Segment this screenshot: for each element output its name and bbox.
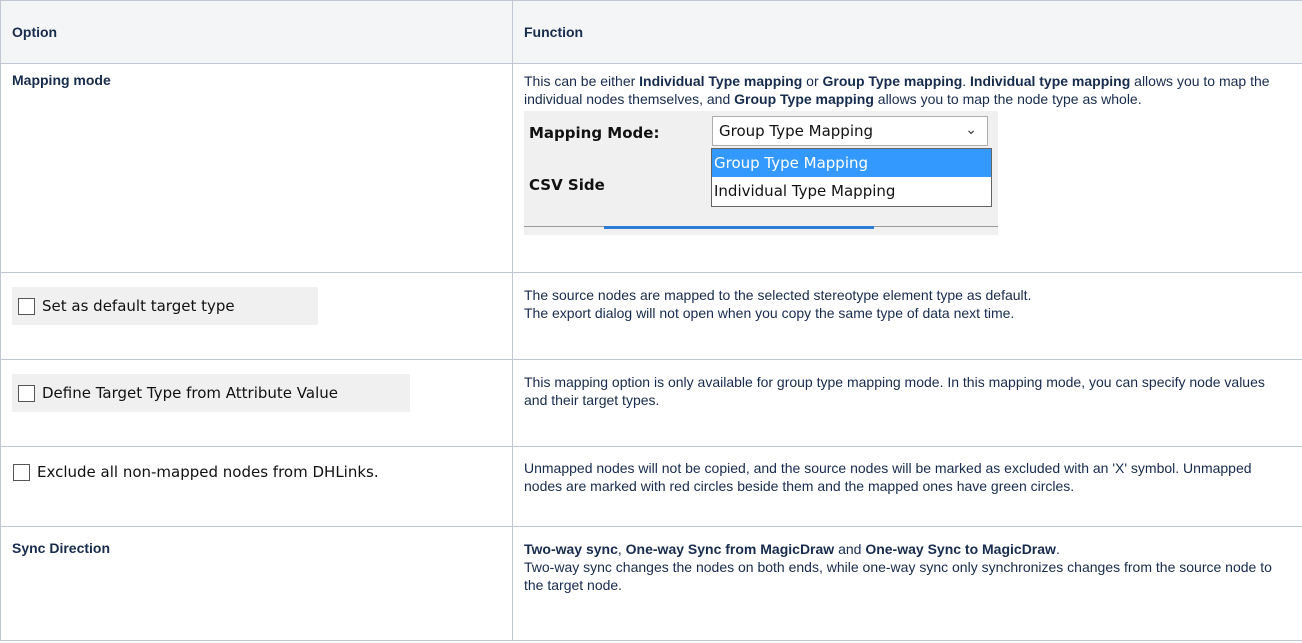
sync-direction-detail: Two-way sync changes the nodes on both e… bbox=[524, 559, 1272, 593]
description-line: The source nodes are mapped to the selec… bbox=[524, 287, 1032, 303]
default-target-checkbox-snapshot: Set as default target type bbox=[12, 287, 318, 325]
header-option: Option bbox=[0, 0, 513, 64]
table-row: Set as default target type The source no… bbox=[0, 272, 1302, 360]
description-line: The export dialog will not open when you… bbox=[524, 305, 1015, 321]
exclude-checkbox[interactable] bbox=[13, 463, 30, 481]
text: One-way Sync from MagicDraw bbox=[625, 541, 835, 557]
option-group-type-mapping[interactable]: Group Type Mapping bbox=[712, 149, 991, 177]
mapping-mode-options: Group Type Mapping Individual Type Mappi… bbox=[711, 148, 992, 207]
sync-direction-description: Two-way sync, One-way Sync from MagicDra… bbox=[524, 540, 1291, 558]
text: Individual Type mapping bbox=[639, 73, 803, 89]
description: This mapping option is only available fo… bbox=[524, 374, 1265, 408]
mapping-mode-label: Mapping Mode: bbox=[529, 124, 660, 142]
checkbox-label: Set as default target type bbox=[42, 297, 235, 315]
description: Unmapped nodes will not be copied, and t… bbox=[524, 460, 1252, 494]
text: . bbox=[1055, 541, 1060, 557]
default-target-checkbox[interactable] bbox=[18, 297, 35, 315]
function-cell: This can be either Individual Type mappi… bbox=[512, 63, 1302, 273]
table-row: Mapping mode This can be either Individu… bbox=[0, 63, 1302, 273]
function-cell: This mapping option is only available fo… bbox=[512, 359, 1302, 447]
table-row: Define Target Type from Attribute Value … bbox=[0, 359, 1302, 447]
mapping-mode-select[interactable]: Group Type Mapping ⌄ bbox=[712, 116, 988, 146]
function-cell: Unmapped nodes will not be copied, and t… bbox=[512, 446, 1302, 527]
option-mapping-mode: Mapping mode bbox=[12, 72, 111, 88]
text: Group Type mapping bbox=[734, 91, 874, 107]
define-target-checkbox-snapshot: Define Target Type from Attribute Value bbox=[12, 374, 410, 412]
options-table: Option Function Mapping mode This can be… bbox=[0, 0, 1302, 641]
function-cell: The source nodes are mapped to the selec… bbox=[512, 272, 1302, 360]
text: , bbox=[617, 541, 626, 557]
table-row: Exclude all non-mapped nodes from DHLink… bbox=[0, 446, 1302, 527]
tab-indicator bbox=[604, 226, 874, 229]
option-individual-type-mapping[interactable]: Individual Type Mapping bbox=[712, 177, 991, 205]
header-function: Function bbox=[512, 0, 1302, 64]
text: or bbox=[802, 73, 823, 89]
option-cell: Exclude all non-mapped nodes from DHLink… bbox=[0, 446, 513, 527]
text: . bbox=[962, 73, 971, 89]
option-cell: Define Target Type from Attribute Value bbox=[0, 359, 513, 447]
table-row: Sync Direction Two-way sync, One-way Syn… bbox=[0, 526, 1302, 641]
function-cell: Two-way sync, One-way Sync from MagicDra… bbox=[512, 526, 1302, 641]
chevron-down-icon: ⌄ bbox=[965, 122, 977, 138]
text: Individual type mapping bbox=[970, 73, 1131, 89]
text: This can be either bbox=[524, 73, 640, 89]
text: Two-way sync bbox=[524, 541, 618, 557]
csv-side-label: CSV Side bbox=[529, 176, 605, 194]
checkbox-label: Define Target Type from Attribute Value bbox=[42, 384, 338, 402]
text: allows you to map the node type as whole… bbox=[873, 91, 1142, 107]
option-cell: Set as default target type bbox=[0, 272, 513, 360]
mapping-mode-screenshot: Mapping Mode: Group Type Mapping ⌄ Group… bbox=[524, 111, 998, 235]
text: One-way Sync to MagicDraw bbox=[865, 541, 1056, 557]
option-cell: Sync Direction bbox=[0, 526, 513, 641]
text: and bbox=[834, 541, 866, 557]
text: Group Type mapping bbox=[822, 73, 963, 89]
define-target-checkbox[interactable] bbox=[18, 384, 35, 402]
exclude-checkbox-snapshot: Exclude all non-mapped nodes from DHLink… bbox=[11, 457, 441, 487]
option-cell: Mapping mode bbox=[0, 63, 513, 273]
checkbox-label: Exclude all non-mapped nodes from DHLink… bbox=[37, 463, 379, 481]
mapping-mode-selected: Group Type Mapping bbox=[719, 122, 874, 140]
mapping-mode-description: This can be either Individual Type mappi… bbox=[524, 72, 1291, 108]
table-header-row: Option Function bbox=[0, 0, 1302, 64]
option-sync-direction: Sync Direction bbox=[12, 540, 111, 556]
